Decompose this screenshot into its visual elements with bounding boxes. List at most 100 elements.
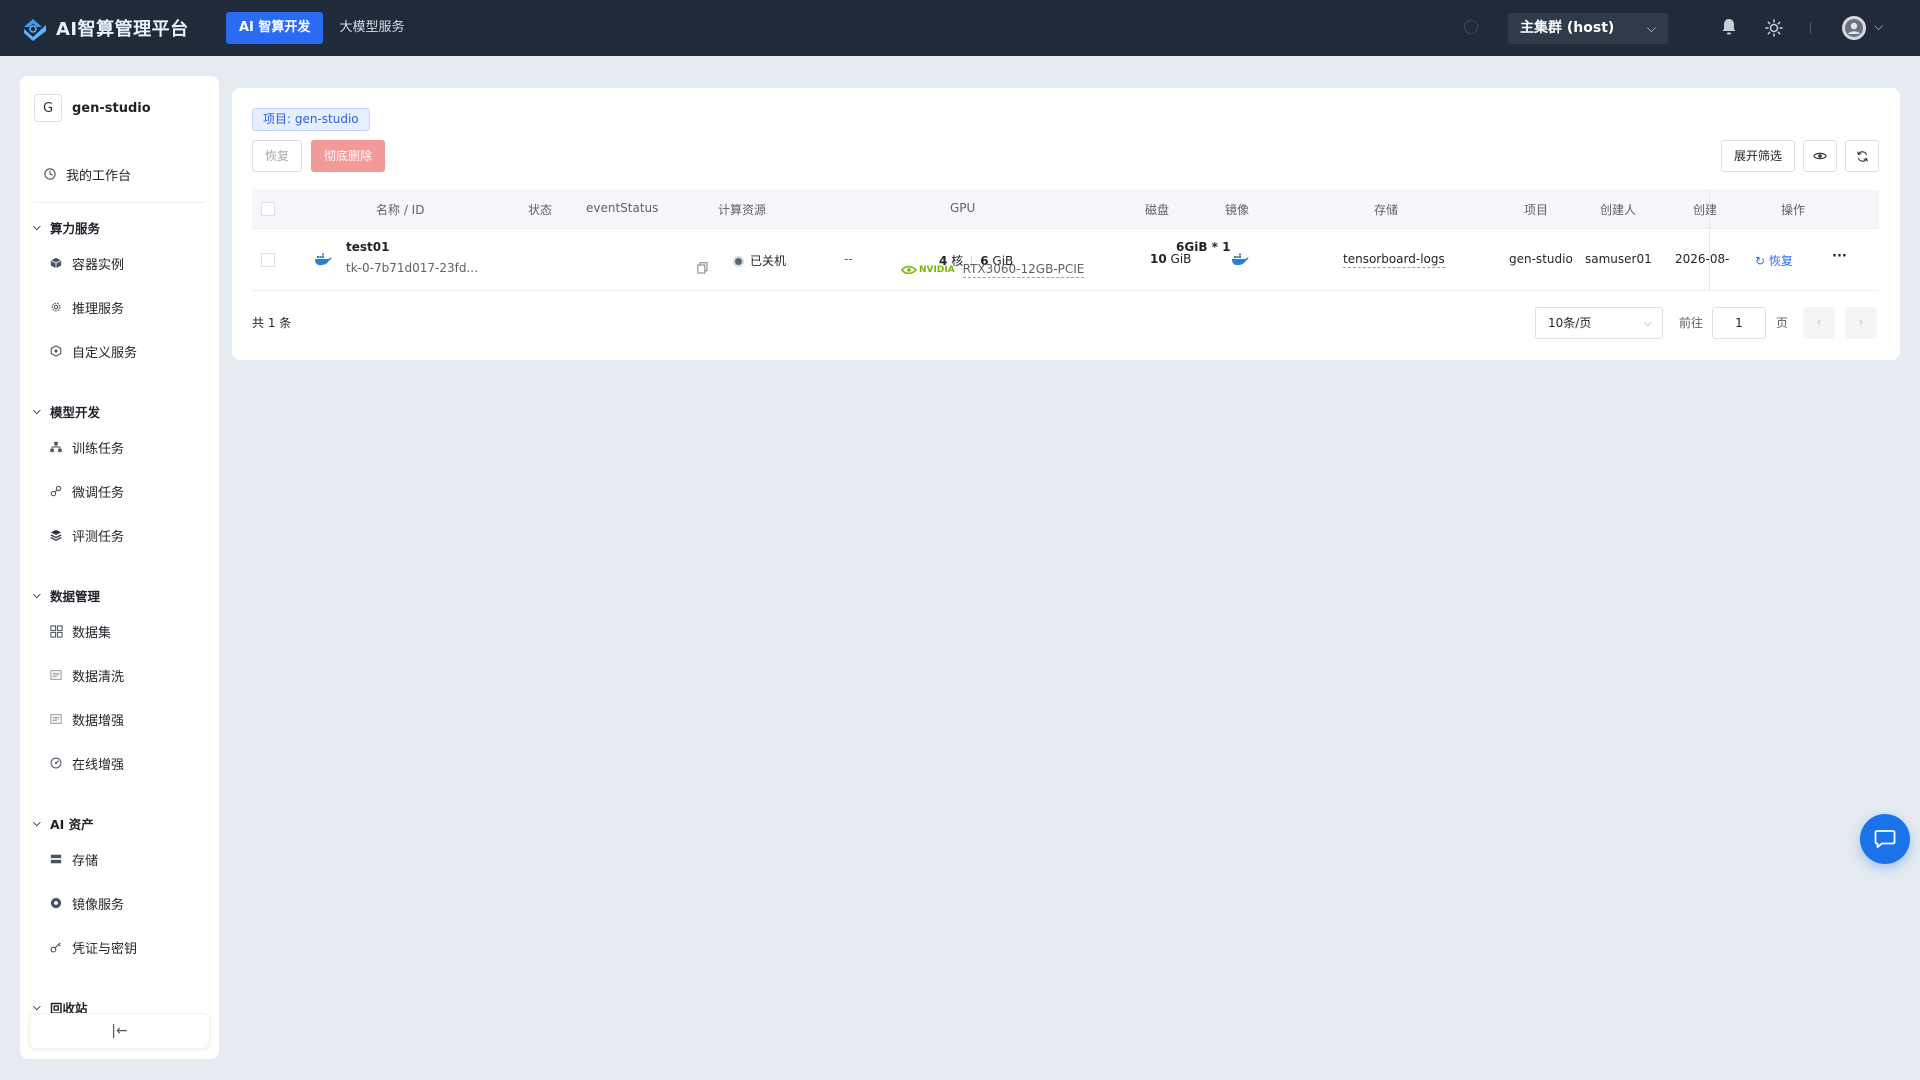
col-event-status[interactable]: eventStatus bbox=[586, 201, 658, 215]
status-dot-icon bbox=[733, 256, 744, 267]
sidebar-group-compute[interactable]: ⌵ 算力服务 bbox=[33, 218, 100, 237]
col-compute[interactable]: 计算资源 bbox=[718, 201, 766, 218]
col-created-time[interactable]: 创建 bbox=[1693, 201, 1717, 218]
top-nav-ai-dev[interactable]: AI 智算开发 bbox=[226, 12, 324, 44]
sidebar-item-eval-task[interactable]: 评测任务 bbox=[20, 520, 219, 550]
next-page-button[interactable]: › bbox=[1845, 307, 1877, 339]
sidebar-item-label: 数据清洗 bbox=[72, 669, 125, 685]
sidebar-item-data-cleaning[interactable]: 数据清洗 bbox=[20, 660, 219, 690]
gpu-model[interactable]: RTX3060-12GB-PCIE bbox=[962, 262, 1085, 278]
sidebar-item-label: 凭证与密钥 bbox=[72, 941, 138, 957]
fixed-column-shadow bbox=[1709, 189, 1710, 291]
user-icon bbox=[1842, 16, 1866, 40]
link-nodes-icon bbox=[49, 484, 63, 498]
sidebar-item-container-instance[interactable]: 容器实例 bbox=[20, 248, 219, 278]
sidebar-item-label: 数据增强 bbox=[72, 713, 125, 729]
theme-sun-icon[interactable] bbox=[1765, 19, 1783, 37]
sidebar-item-workbench[interactable]: 我的工作台 bbox=[20, 159, 219, 189]
disk-value: 10 bbox=[1150, 252, 1167, 266]
col-status[interactable]: 状态 bbox=[528, 201, 552, 218]
image-docker-icon[interactable] bbox=[1231, 253, 1249, 266]
bell-icon[interactable] bbox=[1721, 18, 1737, 36]
user-menu-chevron-icon[interactable]: ⌵ bbox=[1874, 19, 1883, 34]
column-visibility-button[interactable] bbox=[1803, 140, 1837, 172]
row-restore-link[interactable]: ↻ 恢复 bbox=[1755, 252, 1793, 269]
sidebar-item-credentials[interactable]: 凭证与密钥 bbox=[20, 932, 219, 962]
project-name: gen-studio bbox=[72, 100, 151, 116]
cluster-select[interactable]: 主集群 (host) ⌵ bbox=[1508, 13, 1668, 44]
event-status-value: -- bbox=[844, 252, 853, 266]
project-filter-tag[interactable]: 项目: gen-studio bbox=[252, 108, 370, 131]
header-divider bbox=[1810, 22, 1811, 34]
sidebar-item-label: 评测任务 bbox=[72, 529, 125, 545]
group-title: 数据管理 bbox=[50, 589, 101, 604]
sidebar-group-data-mgmt[interactable]: ⌵ 数据管理 bbox=[33, 586, 100, 605]
hexagon-icon bbox=[49, 344, 63, 358]
sidebar-item-label: 容器实例 bbox=[72, 257, 125, 273]
page-number-input[interactable]: 1 bbox=[1712, 307, 1766, 339]
row-checkbox[interactable] bbox=[261, 253, 275, 267]
top-nav-llm-service[interactable]: 大模型服务 bbox=[326, 12, 417, 44]
created-time-value: 2026-08-1 bbox=[1675, 252, 1729, 266]
project-switcher[interactable]: G gen-studio bbox=[34, 94, 151, 122]
disc-icon bbox=[49, 896, 63, 910]
project-initial-badge: G bbox=[34, 94, 62, 122]
list-panel-icon bbox=[49, 668, 63, 682]
recycle-bin-panel: 项目: gen-studio 恢复 彻底删除 展开筛选 名称 / ID 状态 e… bbox=[232, 88, 1900, 360]
copy-icon[interactable] bbox=[697, 262, 708, 274]
select-all-checkbox[interactable] bbox=[261, 202, 275, 216]
page-size-select[interactable]: 10条/页 ⌵ bbox=[1535, 307, 1663, 339]
chat-bubble-icon bbox=[1874, 830, 1896, 848]
sidebar-item-data-augment[interactable]: 数据增强 bbox=[20, 704, 219, 734]
table-row[interactable]: test01 tk-0-7b71d017-23fd... 已关机 -- 4 核6… bbox=[252, 229, 1879, 291]
col-disk[interactable]: 磁盘 bbox=[1145, 201, 1169, 218]
more-actions-button[interactable]: ··· bbox=[1832, 249, 1847, 264]
sidebar-item-image-service[interactable]: 镜像服务 bbox=[20, 888, 219, 918]
dashboard-icon bbox=[49, 756, 63, 770]
sidebar-item-finetune-task[interactable]: 微调任务 bbox=[20, 476, 219, 506]
sidebar-item-online-augment[interactable]: 在线增强 bbox=[20, 748, 219, 778]
sidebar-group-model-dev[interactable]: ⌵ 模型开发 bbox=[33, 402, 100, 421]
chat-support-button[interactable] bbox=[1860, 814, 1910, 864]
restore-button[interactable]: 恢复 bbox=[252, 140, 302, 172]
sidebar-item-label: 自定义服务 bbox=[72, 345, 138, 361]
refresh-small-icon: ↻ bbox=[1755, 254, 1766, 268]
sidebar-divider bbox=[34, 202, 205, 203]
col-project[interactable]: 项目 bbox=[1524, 201, 1548, 218]
status-cell: 已关机 bbox=[733, 252, 786, 269]
permanent-delete-button[interactable]: 彻底删除 bbox=[311, 140, 385, 172]
sidebar-item-storage[interactable]: 存储 bbox=[20, 844, 219, 874]
prev-page-button[interactable]: ‹ bbox=[1803, 307, 1835, 339]
col-storage[interactable]: 存储 bbox=[1374, 201, 1398, 218]
user-avatar[interactable] bbox=[1842, 16, 1866, 40]
creator-value: samuser01 bbox=[1585, 252, 1652, 266]
sidebar-item-training-task[interactable]: 训练任务 bbox=[20, 432, 219, 462]
sidebar-item-label: 在线增强 bbox=[72, 757, 125, 773]
col-image[interactable]: 镜像 bbox=[1225, 201, 1249, 218]
col-actions: 操作 bbox=[1781, 203, 1806, 217]
refresh-icon bbox=[1856, 151, 1868, 162]
instance-name[interactable]: test01 bbox=[346, 240, 389, 254]
refresh-button[interactable] bbox=[1845, 140, 1879, 172]
sidebar-collapse-button[interactable]: |← bbox=[29, 1013, 210, 1049]
app-logo[interactable]: AI智算管理平台 bbox=[20, 15, 206, 41]
disk-unit: GiB bbox=[1170, 252, 1192, 266]
sidebar-item-label: 推理服务 bbox=[72, 301, 125, 317]
col-gpu[interactable]: GPU bbox=[950, 201, 975, 215]
search-circle-icon[interactable] bbox=[1464, 20, 1478, 34]
docker-whale-icon bbox=[315, 253, 332, 266]
storage-link[interactable]: tensorboard-logs bbox=[1343, 252, 1445, 268]
sidebar-item-custom-service[interactable]: 自定义服务 bbox=[20, 336, 219, 366]
table-header: 名称 / ID 状态 eventStatus 计算资源 GPU 磁盘 镜像 存储… bbox=[252, 189, 1879, 229]
row-restore-label: 恢复 bbox=[1768, 254, 1793, 268]
col-creator[interactable]: 创建人 bbox=[1600, 201, 1636, 218]
sidebar-group-ai-assets[interactable]: ⌵ AI 资产 bbox=[33, 814, 94, 833]
sidebar-item-dataset[interactable]: 数据集 bbox=[20, 616, 219, 646]
page-suffix-label: 页 bbox=[1776, 316, 1789, 330]
col-name-id[interactable]: 名称 / ID bbox=[376, 201, 424, 218]
group-title: AI 资产 bbox=[50, 817, 94, 832]
cluster-label: 主集群 (host) bbox=[1520, 20, 1615, 36]
gear-icon bbox=[49, 300, 63, 314]
expand-filter-button[interactable]: 展开筛选 bbox=[1721, 140, 1795, 172]
sidebar-item-inference-service[interactable]: 推理服务 bbox=[20, 292, 219, 322]
